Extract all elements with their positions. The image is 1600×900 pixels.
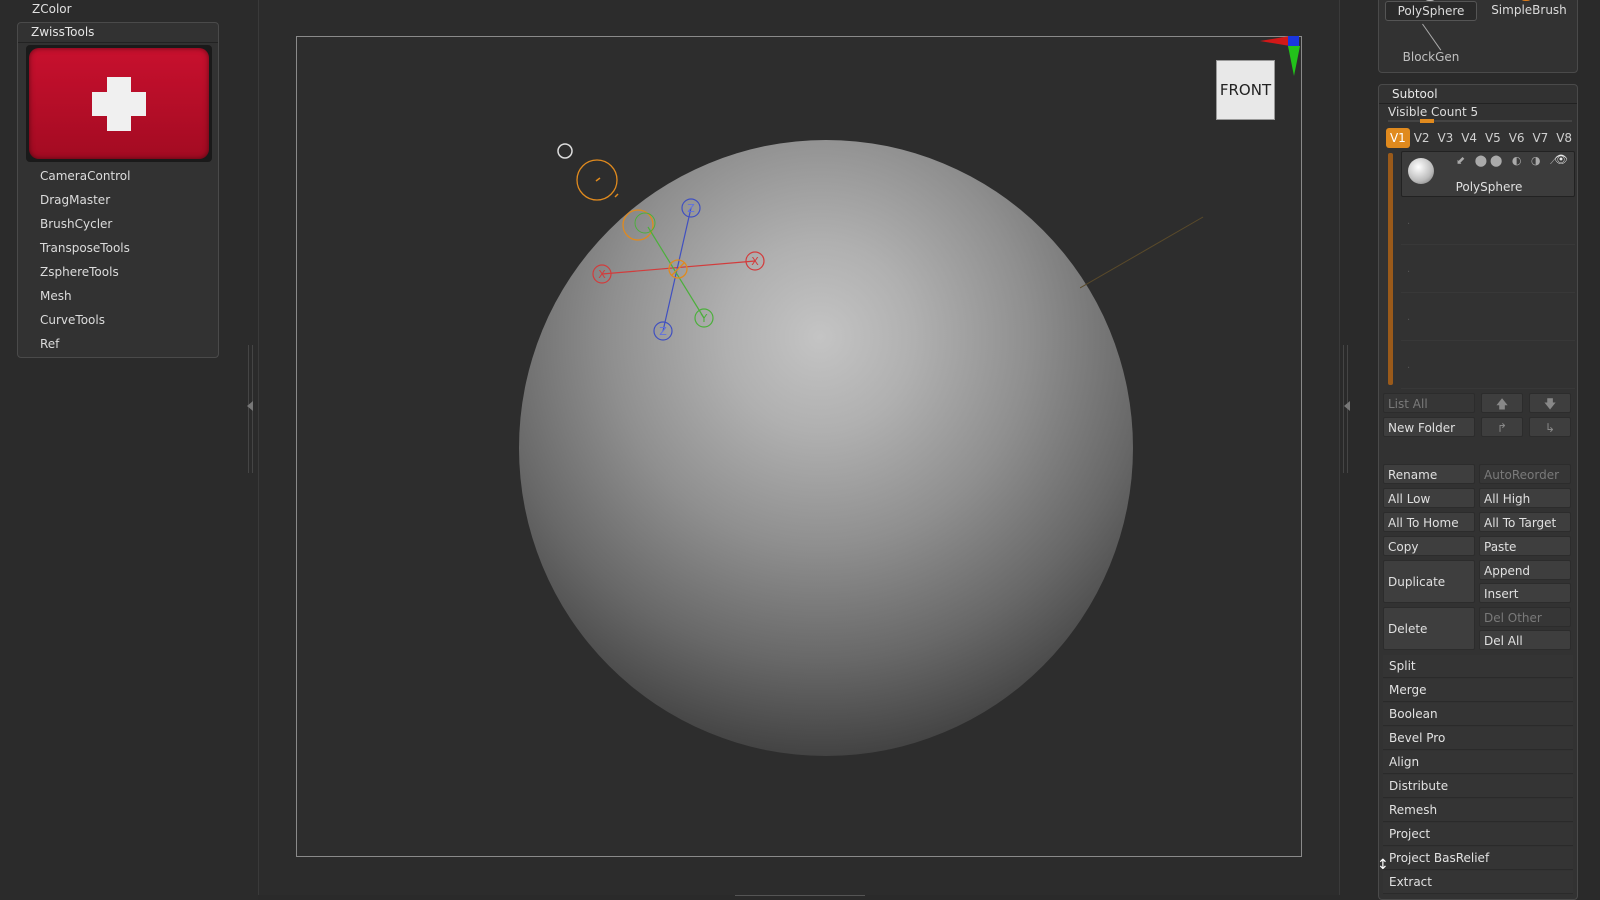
del-other-button[interactable]: Del Other (1479, 607, 1571, 627)
all-high-button[interactable]: All High (1479, 488, 1571, 508)
gizmo-z-label: Z (687, 202, 695, 215)
gizmo-green-ring[interactable] (634, 212, 656, 234)
subtool-item-polysphere[interactable]: ⬋ ⬤⬤ ◐ ◑ ⟋ 👁 PolySphere (1401, 151, 1575, 197)
tab-v6[interactable]: V6 (1505, 128, 1529, 148)
zwisstools-panel: ZwissTools CameraControl DragMaster Brus… (17, 22, 219, 358)
move-down-icon[interactable]: 🡇 (1529, 393, 1571, 413)
subtool-scrollbar[interactable] (1388, 153, 1393, 385)
tool-polysphere[interactable]: PolySphere (1385, 1, 1477, 21)
gizmo-3d[interactable]: X X Z Z Y (557, 135, 780, 355)
tab-v2[interactable]: V2 (1410, 128, 1434, 148)
extract-section[interactable]: Extract (1383, 871, 1573, 894)
right-tray: PolySphere SimpleBrush BlockGen Subtool … (1372, 0, 1600, 900)
subtool-option-icons[interactable]: ⬋ ⬤⬤ ◐ ◑ ⟋ (1456, 154, 1561, 168)
tab-v1[interactable]: V1 (1386, 128, 1410, 148)
subtool-title[interactable]: Subtool (1392, 87, 1438, 101)
slider-knob[interactable] (1420, 119, 1434, 123)
subtool-empty-slot: · (1401, 295, 1575, 341)
zcolor-menu[interactable]: ZColor (32, 2, 72, 16)
resize-cursor-icon: ↕ (1377, 857, 1389, 873)
zwiss-item-brushcycler[interactable]: BrushCycler (40, 212, 130, 236)
align-section[interactable]: Align (1383, 751, 1573, 774)
merge-section[interactable]: Merge (1383, 679, 1573, 702)
del-all-button[interactable]: Del All (1479, 630, 1571, 650)
zwisstools-list: CameraControl DragMaster BrushCycler Tra… (40, 164, 130, 356)
zwiss-item-zspheretools[interactable]: ZsphereTools (40, 260, 130, 284)
subtool-empty-slot: · (1401, 343, 1575, 389)
eye-icon[interactable]: 👁 (1554, 153, 1568, 166)
visible-count-slider[interactable] (1388, 119, 1572, 123)
bottom-tray-handle[interactable] (735, 895, 865, 899)
boolean-section[interactable]: Boolean (1383, 703, 1573, 726)
gizmo-pivot-circle[interactable] (557, 143, 573, 159)
gizmo-inner-ring[interactable] (622, 209, 654, 241)
all-to-target-button[interactable]: All To Target (1479, 512, 1571, 532)
tool-thumbnails: PolySphere SimpleBrush BlockGen (1378, 0, 1578, 73)
insert-button[interactable]: Insert (1479, 583, 1571, 603)
remesh-section[interactable]: Remesh (1383, 799, 1573, 822)
move-out-folder-icon[interactable]: ↳ (1529, 417, 1571, 437)
visibility-set-tabs: V1 V2 V3 V4 V5 V6 V7 V8 (1386, 128, 1576, 148)
tab-v3[interactable]: V3 (1434, 128, 1458, 148)
subtool-item-name: PolySphere (1455, 180, 1523, 194)
zwiss-item-cameracontrol[interactable]: CameraControl (40, 164, 130, 188)
move-into-folder-icon[interactable]: ↱ (1481, 417, 1523, 437)
zwiss-item-dragmaster[interactable]: DragMaster (40, 188, 130, 212)
duplicate-button[interactable]: Duplicate (1383, 560, 1475, 603)
gizmo-y-label: Y (700, 312, 708, 325)
new-folder-button[interactable]: New Folder (1383, 417, 1475, 437)
gizmo-z-label: Z (659, 325, 667, 338)
paste-button[interactable]: Paste (1479, 536, 1571, 556)
tool-blockgen[interactable]: BlockGen (1385, 48, 1477, 66)
list-all-button[interactable]: List All (1383, 393, 1475, 413)
panel-divider (18, 42, 218, 43)
subtool-empty-slot: · (1401, 247, 1575, 293)
zwiss-item-transposetools[interactable]: TransposeTools (40, 236, 130, 260)
tab-v5[interactable]: V5 (1481, 128, 1505, 148)
bevel-pro-section[interactable]: Bevel Pro (1383, 727, 1573, 750)
collapse-left-arrow-icon[interactable] (247, 401, 253, 411)
tool-link-line (1422, 23, 1442, 51)
subtool-panel: Subtool Visible Count 5 V1 V2 V3 V4 V5 V… (1378, 84, 1578, 900)
tab-v4[interactable]: V4 (1457, 128, 1481, 148)
zwiss-item-curvetools[interactable]: CurveTools (40, 308, 130, 332)
move-up-icon[interactable]: 🡅 (1481, 393, 1523, 413)
tab-v7[interactable]: V7 (1529, 128, 1553, 148)
rename-button[interactable]: Rename (1383, 464, 1475, 484)
panel-divider (1379, 103, 1577, 104)
append-button[interactable]: Append (1479, 560, 1571, 580)
all-low-button[interactable]: All Low (1383, 488, 1475, 508)
distribute-section[interactable]: Distribute (1383, 775, 1573, 798)
split-section[interactable]: Split (1383, 655, 1573, 678)
visible-count-label: Visible Count 5 (1388, 105, 1479, 119)
zwiss-item-mesh[interactable]: Mesh (40, 284, 130, 308)
zwiss-item-ref[interactable]: Ref (40, 332, 130, 356)
left-tray: ZColor ZwissTools CameraControl DragMast… (0, 0, 258, 900)
project-section[interactable]: Project (1383, 823, 1573, 846)
swiss-flag-icon (29, 48, 209, 159)
delete-button[interactable]: Delete (1383, 607, 1475, 650)
axis-orientation-icon (1260, 36, 1300, 76)
zwisstools-title[interactable]: ZwissTools (31, 25, 94, 39)
copy-button[interactable]: Copy (1383, 536, 1475, 556)
subtool-empty-slot: · (1401, 199, 1575, 245)
gizmo-x-label: X (598, 268, 606, 281)
auto-reorder-button[interactable]: AutoReorder (1479, 464, 1571, 484)
gizmo-line-extension (1080, 216, 1204, 289)
project-basrelief-section[interactable]: Project BasRelief (1383, 847, 1573, 870)
all-to-home-button[interactable]: All To Home (1383, 512, 1475, 532)
collapse-right-arrow-icon[interactable] (1344, 401, 1350, 411)
gizmo-x-label: X (751, 255, 759, 268)
subtool-list: ⬋ ⬤⬤ ◐ ◑ ⟋ 👁 PolySphere · · · · (1401, 151, 1575, 391)
swiss-flag-logo (26, 45, 212, 162)
tab-v8[interactable]: V8 (1552, 128, 1576, 148)
tool-simplebrush[interactable]: SimpleBrush (1483, 1, 1575, 21)
